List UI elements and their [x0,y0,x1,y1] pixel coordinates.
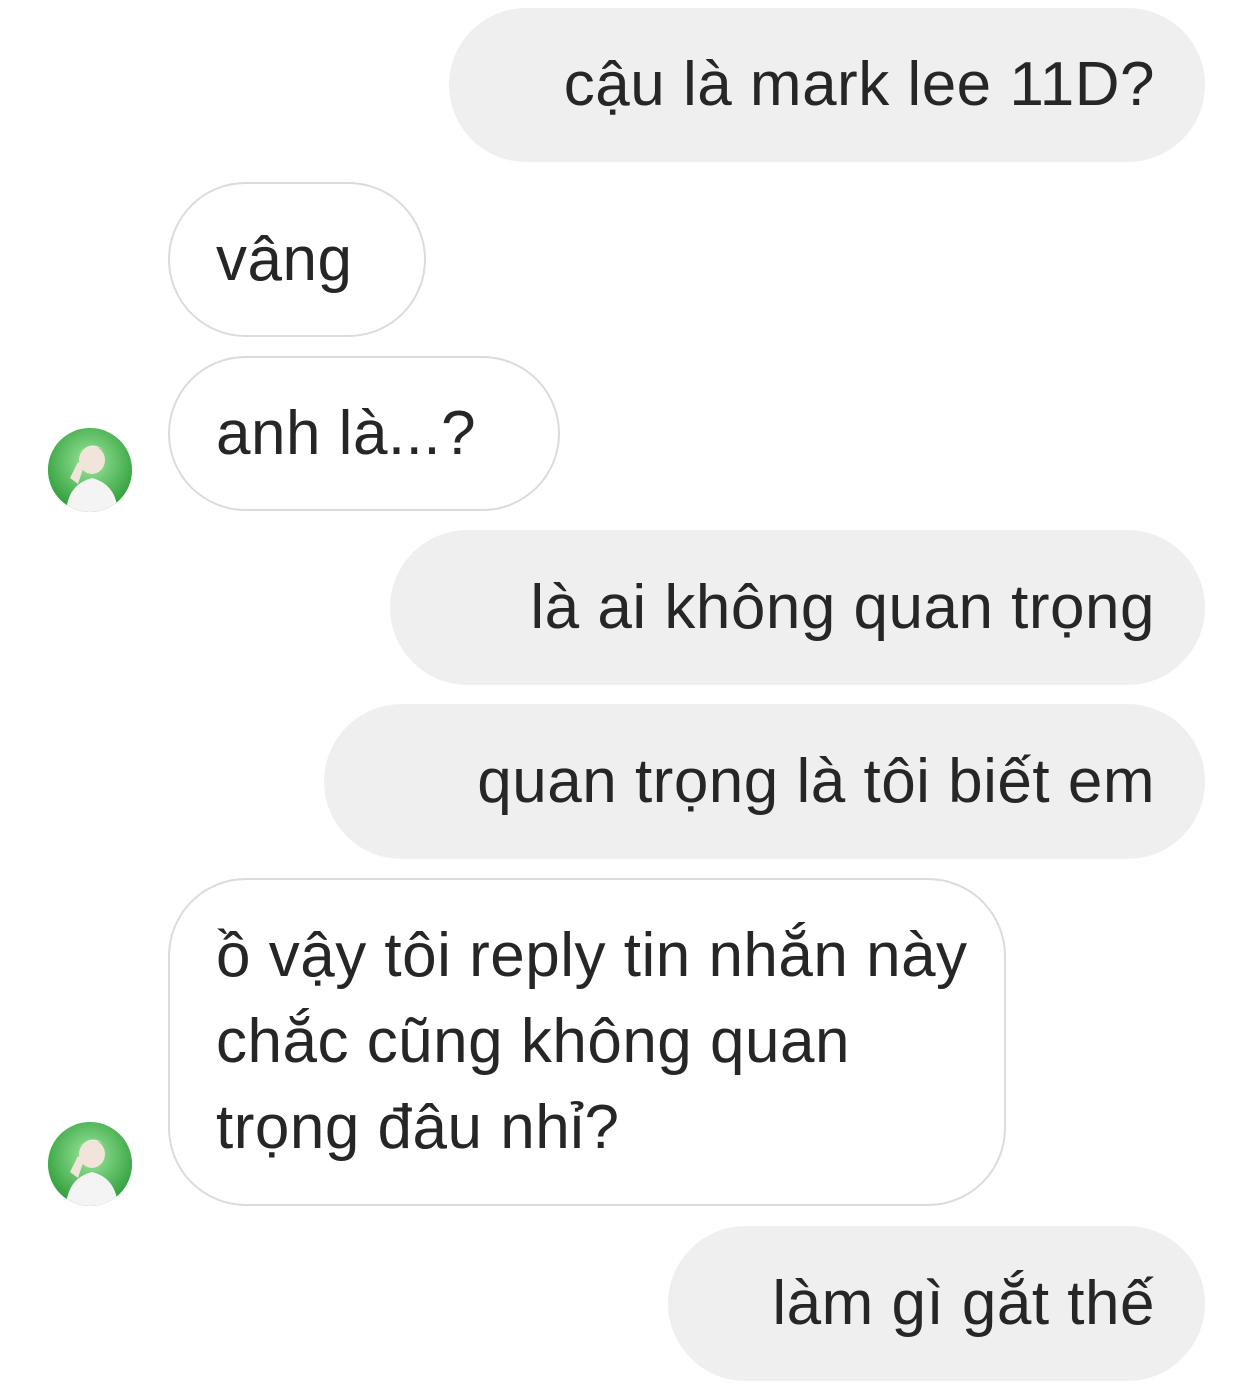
message-text: vâng [216,224,353,294]
message-text: là ai không quan trọng [530,572,1155,642]
sender-avatar[interactable] [48,428,132,512]
message-bubble-received[interactable]: vâng [168,182,426,337]
message-bubble-sent[interactable]: cậu là mark lee 11D? [449,8,1205,162]
profile-photo-icon [48,428,132,512]
profile-photo-icon [48,1122,132,1206]
message-bubble-sent[interactable]: làm gì gắt thế [668,1226,1205,1381]
sender-avatar[interactable] [48,1122,132,1206]
message-bubble-received[interactable]: anh là...? [168,356,560,511]
message-bubble-received[interactable]: ồ vậy tôi reply tin nhắn này chắc cũng k… [168,878,1006,1206]
message-text: làm gì gắt thế [772,1268,1155,1338]
message-text: cậu là mark lee 11D? [563,50,1155,119]
message-text: ồ vậy tôi reply tin nhắn này chắc cũng k… [216,921,968,1162]
message-text: quan trọng là tôi biết em [477,746,1155,816]
message-bubble-sent[interactable]: là ai không quan trọng [390,530,1205,685]
message-text: anh là...? [216,398,477,468]
message-bubble-sent[interactable]: quan trọng là tôi biết em [324,704,1205,859]
